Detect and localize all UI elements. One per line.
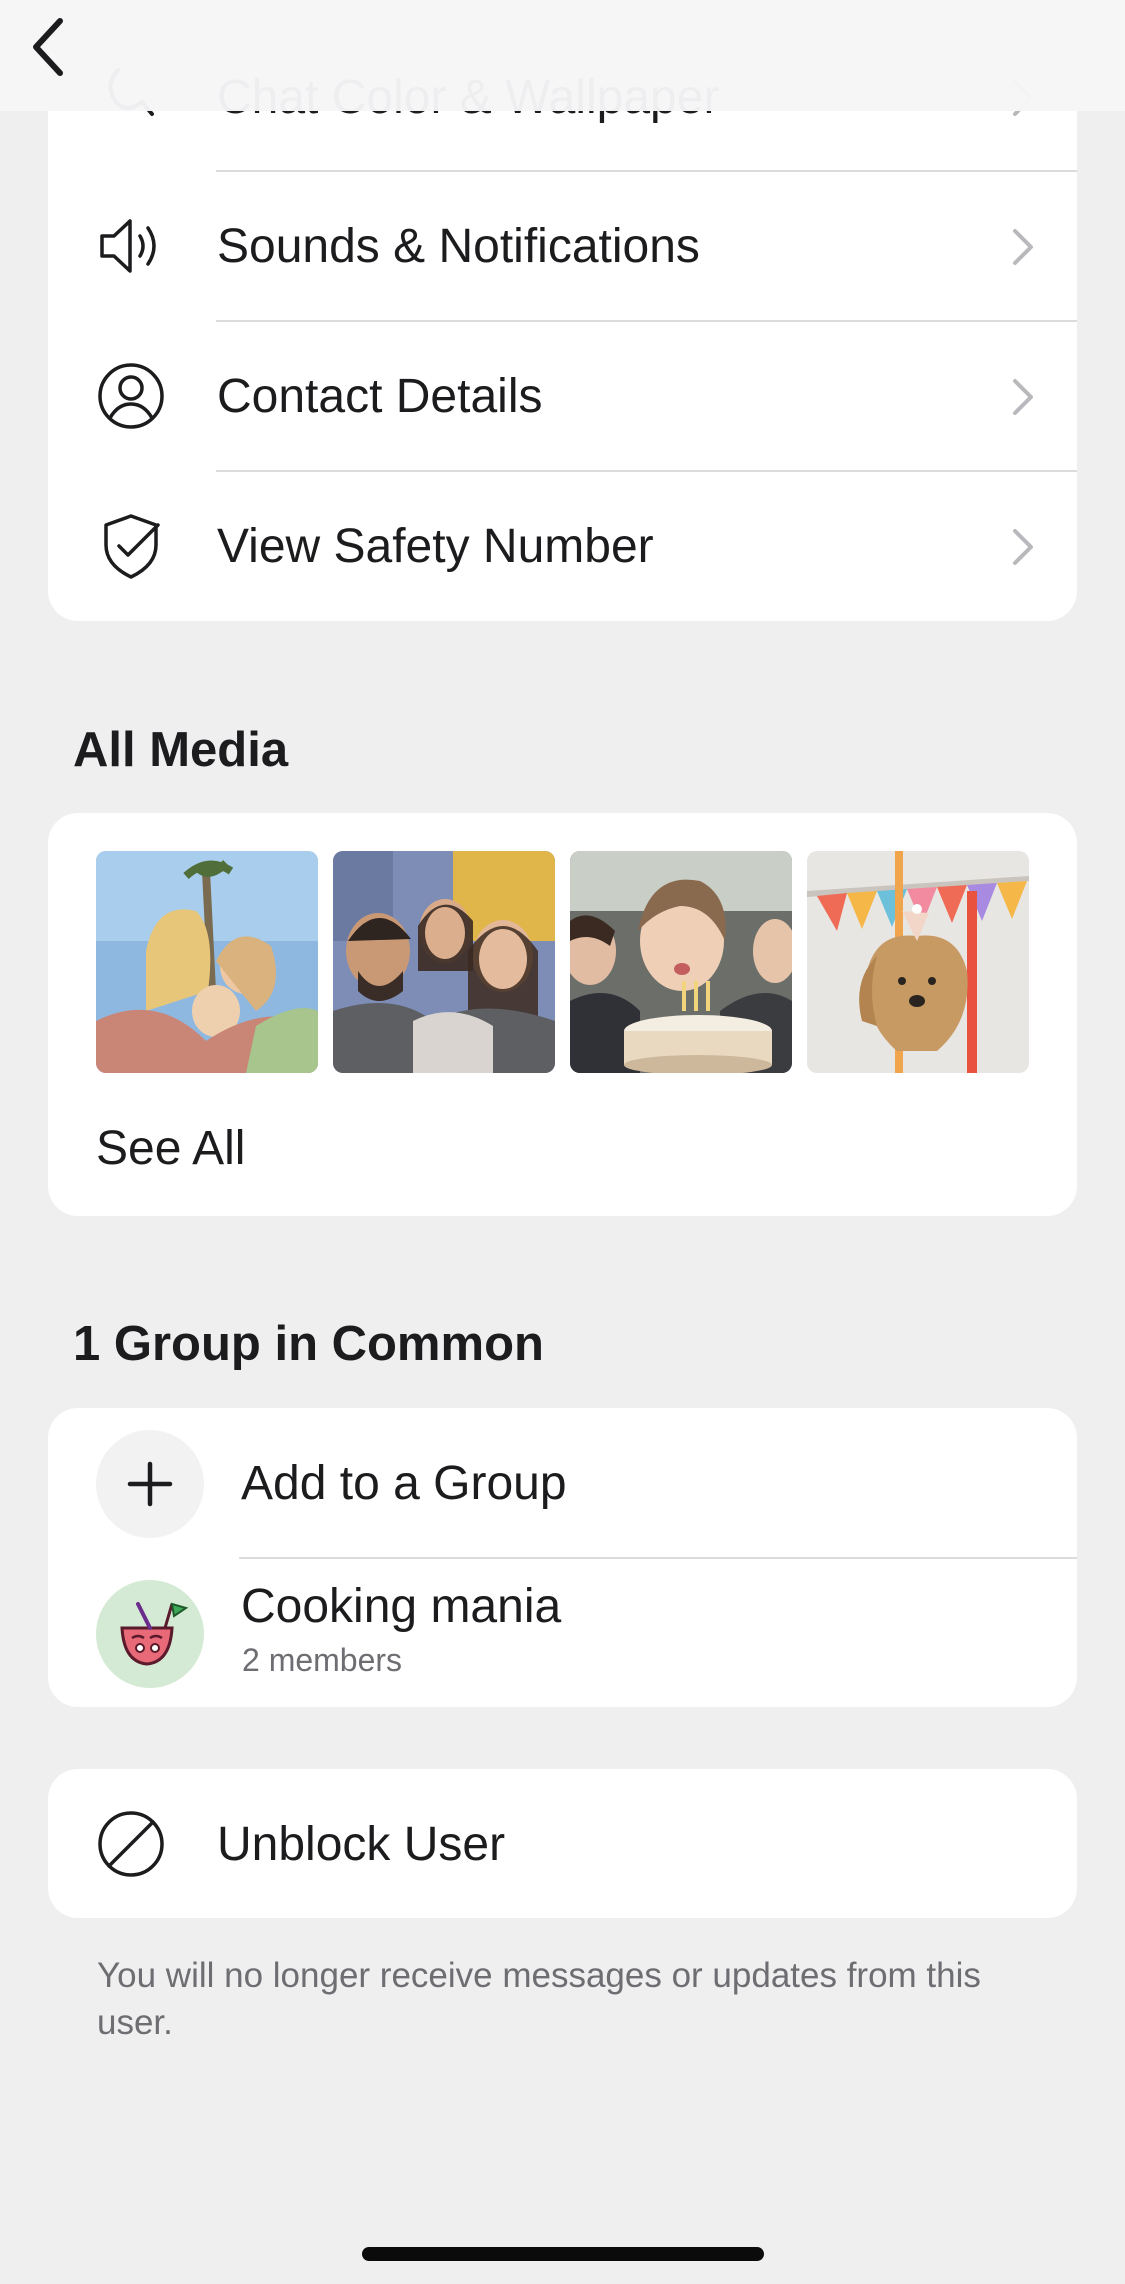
unblock-user-button[interactable]: Unblock User	[48, 1769, 1077, 1918]
view-safety-number-label: View Safety Number	[217, 520, 654, 573]
speaker-icon	[96, 211, 166, 281]
sounds-notifications-label: Sounds & Notifications	[217, 220, 700, 273]
add-to-group-label: Add to a Group	[241, 1457, 567, 1510]
group-list-item[interactable]: Cooking mania 2 members	[48, 1558, 1077, 1707]
block-card: Unblock User	[48, 1769, 1077, 1918]
back-button[interactable]	[18, 12, 78, 82]
media-thumbnail[interactable]	[333, 851, 555, 1073]
media-thumbnail[interactable]	[96, 851, 318, 1073]
group-member-count: 2 members	[242, 1642, 403, 1678]
chevron-right-icon	[1013, 529, 1033, 565]
add-circle	[96, 1430, 204, 1538]
chevron-right-icon	[1013, 379, 1033, 415]
group-avatar	[96, 1580, 204, 1688]
add-to-group-row[interactable]: Add to a Group	[48, 1408, 1077, 1558]
contact-details-label: Contact Details	[217, 370, 543, 423]
shield-check-icon	[96, 511, 166, 581]
plus-icon	[127, 1461, 173, 1507]
view-safety-number-row[interactable]: View Safety Number	[48, 471, 1077, 621]
chevron-left-icon	[33, 18, 63, 76]
unblock-footnote: You will no longer receive messages or u…	[97, 1956, 981, 2042]
block-icon	[96, 1809, 166, 1879]
unblock-user-label: Unblock User	[217, 1818, 506, 1871]
cocktail-icon	[120, 1602, 189, 1666]
person-circle-icon	[96, 361, 166, 431]
contact-details-row[interactable]: Contact Details	[48, 321, 1077, 471]
see-all-media-button[interactable]: See All	[96, 1121, 245, 1176]
all-media-card: See All	[48, 813, 1077, 1216]
groups-in-common-title: 1 Group in Common	[73, 1317, 544, 1371]
chevron-right-icon	[1013, 229, 1033, 265]
groups-in-common-card: Add to a Group Cooking mania 2 members	[48, 1408, 1077, 1707]
media-thumbnail[interactable]	[807, 851, 1029, 1073]
navigation-bar	[0, 0, 1125, 111]
all-media-title: All Media	[73, 723, 289, 777]
home-indicator	[362, 2247, 764, 2261]
group-name: Cooking mania	[241, 1580, 562, 1633]
sounds-notifications-row[interactable]: Sounds & Notifications	[48, 171, 1077, 321]
media-thumbnail[interactable]	[570, 851, 792, 1073]
